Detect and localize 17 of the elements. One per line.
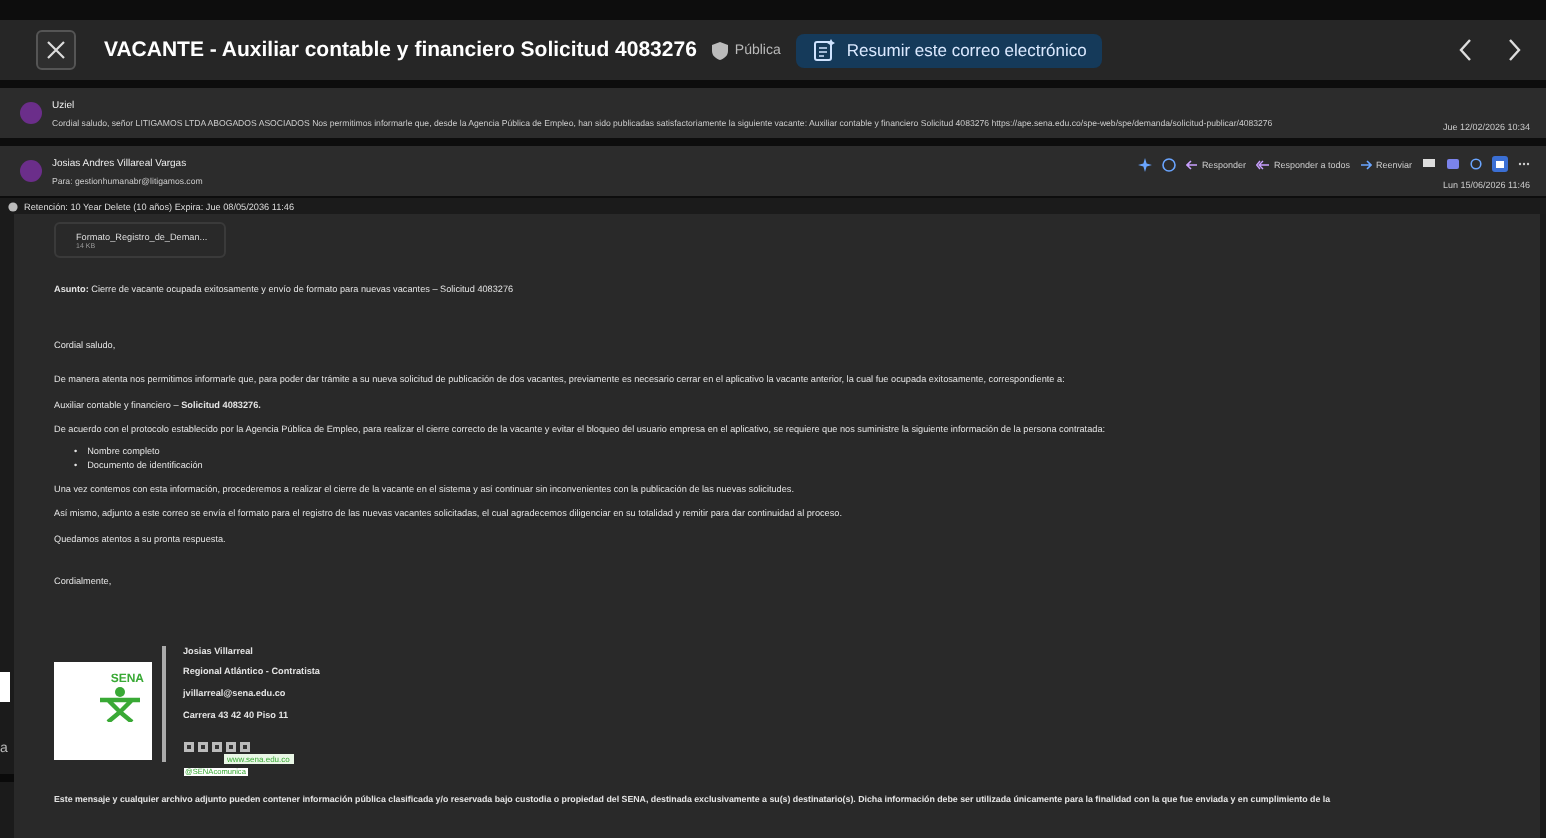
email-subject: VACANTE - Auxiliar contable y financiero Solicitud 4083276 [104, 38, 697, 62]
reply-icon [1185, 159, 1198, 169]
close-button[interactable] [36, 30, 76, 70]
next-icon[interactable] [1506, 38, 1522, 62]
close-icon [46, 40, 66, 60]
previous-icon[interactable] [1458, 38, 1474, 62]
logo-figure-icon [96, 685, 144, 721]
summarize-button[interactable]: Resumir este correo electrónico [796, 33, 1103, 67]
calendar-icon[interactable] [1492, 156, 1508, 172]
window-fragment [0, 672, 10, 702]
sparkle-icon[interactable] [1137, 157, 1152, 171]
shield-icon [712, 41, 729, 59]
summary-icon [812, 38, 837, 62]
reply-all-icon [1255, 159, 1270, 169]
avatar [20, 160, 42, 182]
forward-icon [1359, 159, 1372, 169]
avatar [20, 102, 42, 124]
